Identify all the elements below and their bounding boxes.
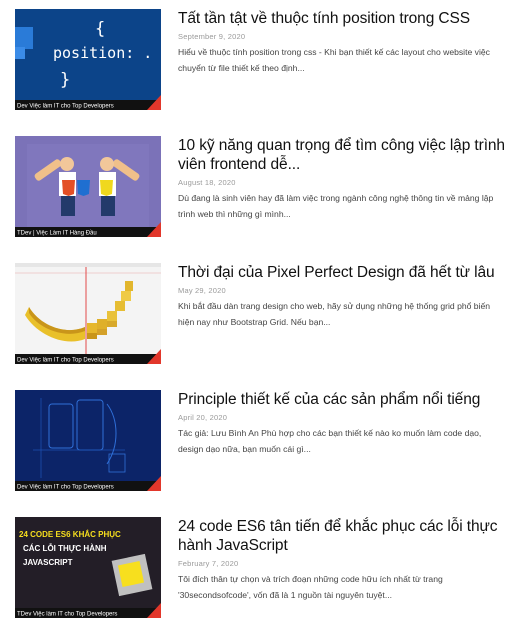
post-thumbnail[interactable]: { position: . } Dev Việc làm IT cho Top … <box>15 9 161 110</box>
frontend-skills-thumbnail-image: TDev | Việc Làm IT Hàng Đầu <box>15 136 161 237</box>
thumb-text-line: JAVASCRIPT <box>23 558 73 567</box>
post-date: May 29, 2020 <box>178 286 226 295</box>
design-principle-thumbnail-image: Dev Việc làm IT cho Top Developers <box>15 390 161 491</box>
post-item: Dev Việc làm IT cho Top Developers Thời … <box>15 263 515 365</box>
post-title-link[interactable]: Tất tần tật về thuộc tính position trong… <box>178 9 508 28</box>
post-excerpt: Hiểu về thuộc tính position trong css - … <box>178 47 490 73</box>
post-date: April 20, 2020 <box>178 413 228 422</box>
post-excerpt: Dù đang là sinh viên hay đã làm việc tro… <box>178 193 494 219</box>
post-thumbnail[interactable]: 24 CODE ES6 KHẮC PHỤC CÁC LỖI THỰC HÀNH … <box>15 517 161 618</box>
pixel-banana-thumbnail-image: Dev Việc làm IT cho Top Developers <box>15 263 161 364</box>
post-excerpt: Tôi đích thân tự chọn và trích đoạn nhữn… <box>178 574 443 600</box>
css-position-thumbnail-image: { position: . } Dev Việc làm IT cho Top … <box>15 9 161 110</box>
thumb-caption: TDev | Việc Làm IT Hàng Đầu <box>17 231 97 237</box>
post-info: 10 kỹ năng quan trọng để tìm công việc l… <box>178 136 508 222</box>
post-info: Tất tần tật về thuộc tính position trong… <box>178 9 508 76</box>
post-title-link[interactable]: Thời đại của Pixel Perfect Design đã hết… <box>178 263 508 282</box>
thumb-text-line: 24 CODE ES6 KHẮC PHỤC <box>19 530 121 539</box>
thumb-text-line: CÁC LỖI THỰC HÀNH <box>23 544 107 553</box>
post-info: Thời đại của Pixel Perfect Design đã hết… <box>178 263 508 330</box>
post-date: February 7, 2020 <box>178 559 239 568</box>
post-excerpt: Khi bắt đầu dàn trang design cho web, hã… <box>178 301 491 327</box>
post-date: September 9, 2020 <box>178 32 246 41</box>
thumb-caption: TDev Việc làm IT cho Top Developers <box>17 612 117 618</box>
post-list: { position: . } Dev Việc làm IT cho Top … <box>0 0 523 630</box>
post-item: 24 CODE ES6 KHẮC PHỤC CÁC LỖI THỰC HÀNH … <box>15 517 515 619</box>
thumb-text-line: } <box>60 70 70 90</box>
thumb-caption: Dev Việc làm IT cho Top Developers <box>17 104 114 110</box>
post-excerpt: Tác giả: Lưu Bình An Phù hợp cho các bạn… <box>178 428 482 454</box>
post-item: Dev Việc làm IT cho Top Developers Princ… <box>15 390 515 492</box>
post-date: August 18, 2020 <box>178 178 236 187</box>
thumb-text-line: position: . <box>53 44 152 62</box>
post-title-link[interactable]: 24 code ES6 tân tiến để khắc phục các lỗ… <box>178 517 508 555</box>
thumb-text-line: { <box>95 19 105 39</box>
post-info: Principle thiết kế của các sản phẩm nổi … <box>178 390 508 457</box>
post-item: { position: . } Dev Việc làm IT cho Top … <box>15 9 515 111</box>
post-title-link[interactable]: Principle thiết kế của các sản phẩm nổi … <box>178 390 508 409</box>
es6-code-thumbnail-image: 24 CODE ES6 KHẮC PHỤC CÁC LỖI THỰC HÀNH … <box>15 517 161 618</box>
post-thumbnail[interactable]: Dev Việc làm IT cho Top Developers <box>15 263 161 364</box>
post-title-link[interactable]: 10 kỹ năng quan trọng để tìm công việc l… <box>178 136 508 174</box>
thumb-caption: Dev Việc làm IT cho Top Developers <box>17 485 114 491</box>
thumb-caption: Dev Việc làm IT cho Top Developers <box>17 358 114 364</box>
post-thumbnail[interactable]: Dev Việc làm IT cho Top Developers <box>15 390 161 491</box>
post-thumbnail[interactable]: TDev | Việc Làm IT Hàng Đầu <box>15 136 161 237</box>
post-info: 24 code ES6 tân tiến để khắc phục các lỗ… <box>178 517 508 603</box>
post-item: TDev | Việc Làm IT Hàng Đầu 10 kỹ năng q… <box>15 136 515 238</box>
